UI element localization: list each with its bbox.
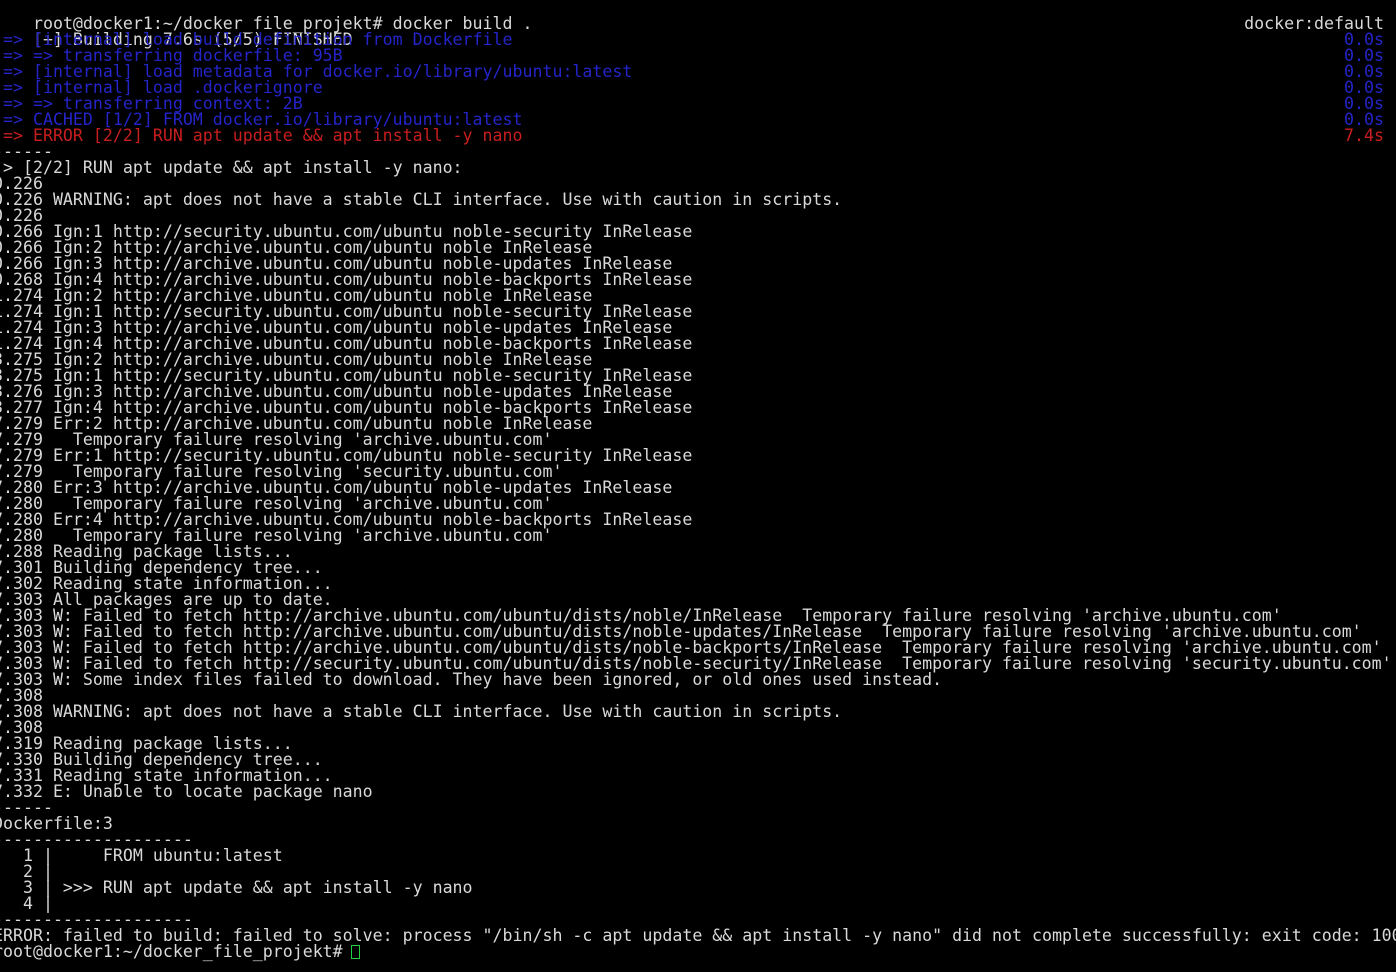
log-line: Dockerfile:3 — [0, 814, 113, 833]
log-line: 4 | — [22, 894, 53, 913]
shell-prompt: root@docker1:~/docker_file_projekt# — [0, 942, 343, 961]
log-line: 3 | >>> RUN apt update && apt install -y… — [0, 878, 473, 897]
text-cursor[interactable] — [350, 945, 360, 959]
shell-prompt-line[interactable]: root@docker1:~/docker_file_projekt# — [0, 942, 1396, 961]
log-line: 7.308 WARNING: apt does not have a stabl… — [0, 702, 843, 721]
log-line: 7.332 E: Unable to locate package nano — [0, 782, 373, 801]
log-line: > [2/2] RUN apt update && apt install -y… — [0, 158, 463, 177]
build-log: ------ > [2/2] RUN apt update && apt ins… — [0, 143, 1396, 944]
log-line: 0.226 WARNING: apt does not have a stabl… — [0, 190, 843, 209]
build-step-text: => ERROR [2/2] RUN apt update && apt ins… — [0, 126, 523, 145]
build-steps: => [internal] load build definition from… — [0, 31, 1396, 145]
log-line: 1 | FROM ubuntu:latest — [0, 846, 283, 865]
build-step-time: 7.4s — [1344, 126, 1384, 145]
build-step-error: => ERROR [2/2] RUN apt update && apt ins… — [0, 126, 1396, 145]
log-line: 7.303 W: Some index files failed to down… — [0, 670, 943, 689]
terminal-window[interactable]: root@docker1:~/docker_file_projekt# dock… — [0, 0, 1396, 972]
log-line: ------ — [0, 798, 53, 817]
command-line: root@docker1:~/docker_file_projekt# dock… — [0, 0, 1396, 32]
